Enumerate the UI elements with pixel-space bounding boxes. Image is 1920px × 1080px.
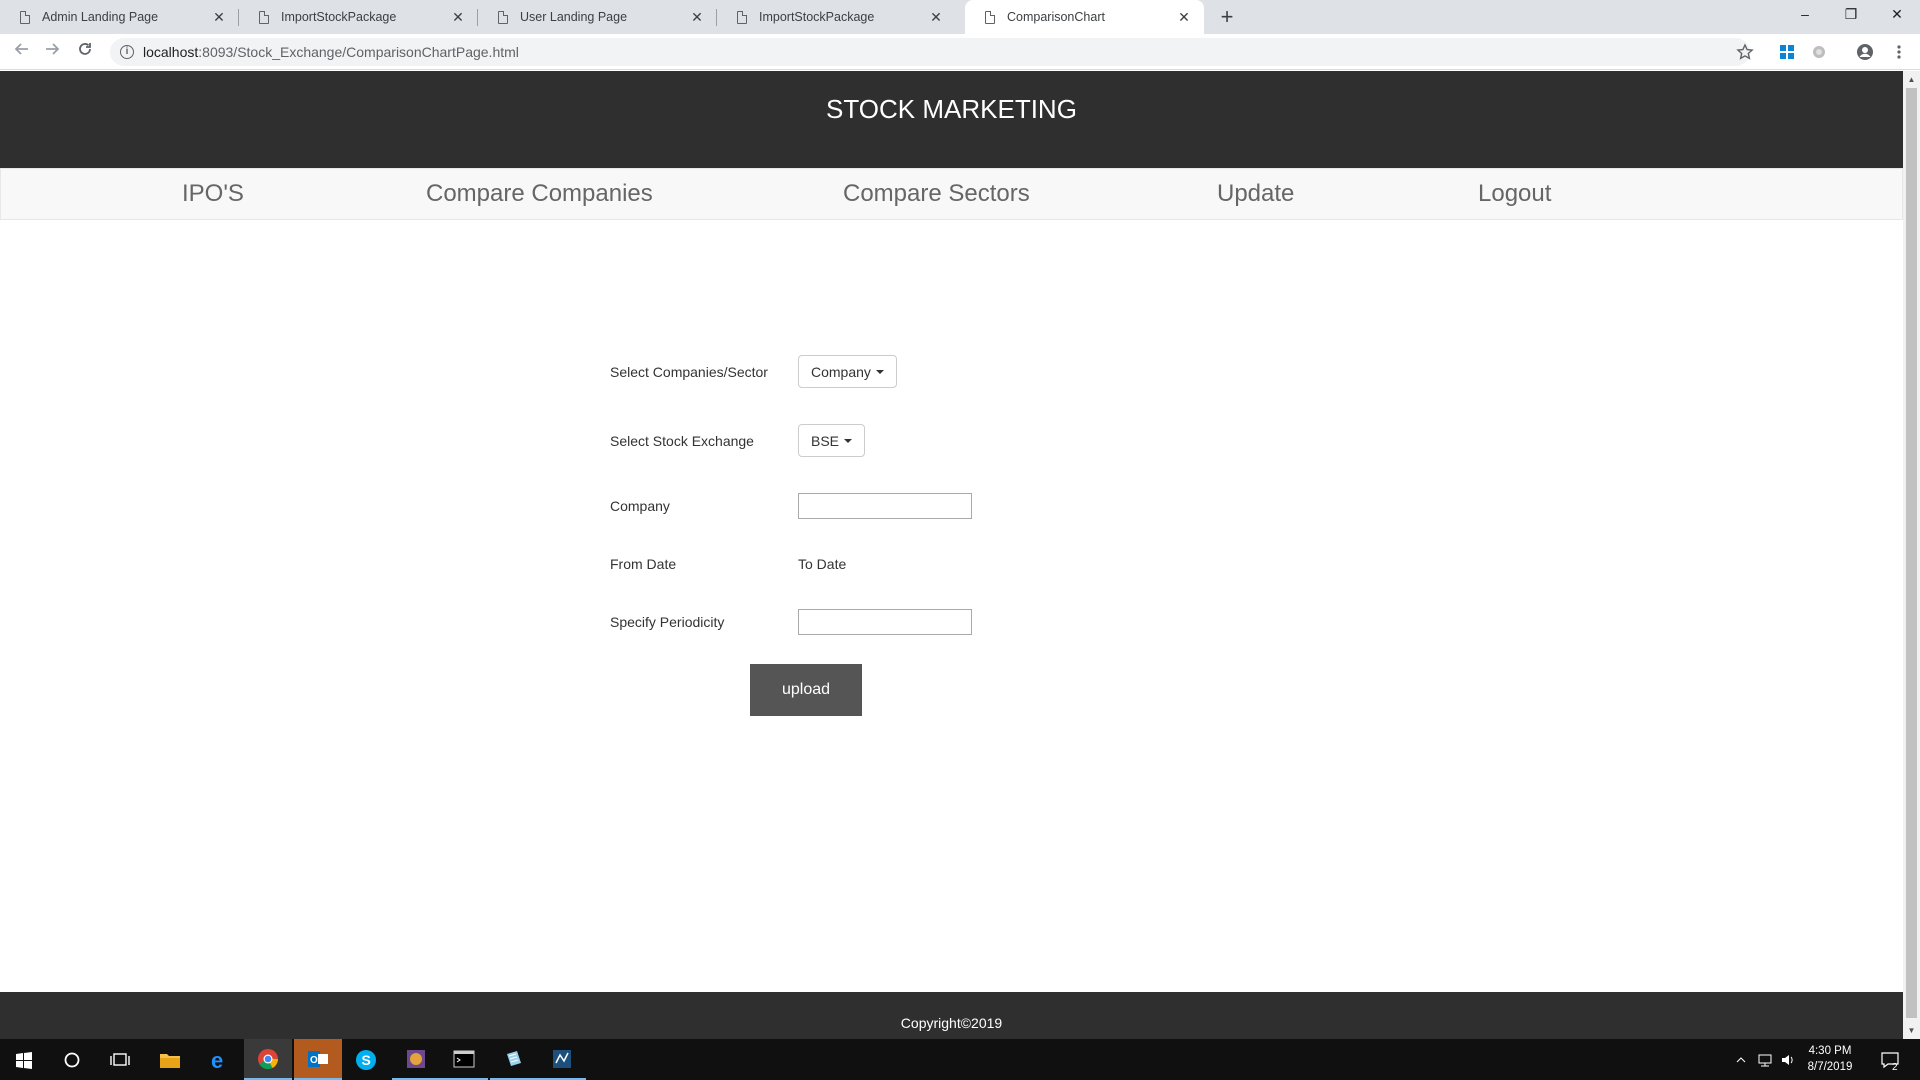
url-host: localhost bbox=[143, 44, 199, 60]
windows-start-icon[interactable] bbox=[0, 1039, 48, 1080]
browser-menu-icon[interactable] bbox=[1890, 43, 1908, 61]
specify-periodicity-label: Specify Periodicity bbox=[610, 614, 725, 630]
site-footer: Copyright©2019 bbox=[0, 992, 1903, 1039]
browser-tab[interactable]: User Landing Page ✕ bbox=[478, 0, 717, 34]
page-scrollbar[interactable]: ▲ ▼ bbox=[1903, 71, 1920, 1039]
svg-text:S: S bbox=[362, 1052, 371, 1068]
scroll-down-arrow-icon[interactable]: ▼ bbox=[1903, 1022, 1920, 1039]
site-title: STOCK MARKETING bbox=[826, 94, 1077, 124]
task-view-icon[interactable] bbox=[96, 1039, 144, 1080]
star-bookmark-icon[interactable] bbox=[1736, 43, 1754, 61]
close-icon[interactable]: ✕ bbox=[928, 9, 944, 26]
dropdown-value: BSE bbox=[811, 432, 840, 449]
company-input[interactable] bbox=[798, 493, 972, 519]
url-path: :8093/Stock_Exchange/ComparisonChartPage… bbox=[198, 44, 519, 60]
outlook-icon[interactable]: O bbox=[294, 1039, 342, 1080]
tab-title: User Landing Page bbox=[520, 10, 628, 24]
extension-icon[interactable] bbox=[1810, 43, 1828, 61]
nav-compare-companies[interactable]: Compare Companies bbox=[426, 180, 653, 208]
show-hidden-icons[interactable] bbox=[1735, 1039, 1747, 1080]
document-icon bbox=[259, 10, 269, 24]
notepad-icon[interactable] bbox=[490, 1039, 538, 1080]
browser-tab-strip: Admin Landing Page ✕ ImportStockPackage … bbox=[0, 0, 1920, 34]
minimize-button[interactable]: – bbox=[1782, 0, 1828, 30]
document-icon bbox=[985, 10, 995, 24]
edge-browser-icon[interactable]: e bbox=[196, 1039, 244, 1080]
company-label: Company bbox=[610, 498, 670, 514]
taskbar-clock[interactable]: 4:30 PM 8/7/2019 bbox=[1800, 1043, 1860, 1075]
tab-title: ImportStockPackage bbox=[281, 10, 397, 24]
periodicity-input[interactable] bbox=[798, 609, 972, 635]
window-close-button[interactable]: ✕ bbox=[1874, 0, 1920, 30]
page-content: STOCK MARKETING IPO'S Compare Companies … bbox=[0, 71, 1903, 1039]
windows-taskbar: e O S 4:30 PM 8/7/2019 2 bbox=[0, 1039, 1920, 1080]
caret-down-icon bbox=[875, 369, 884, 374]
address-bar[interactable]: i localhost:8093/Stock_Exchange/Comparis… bbox=[110, 38, 1750, 66]
tab-title: ImportStockPackage bbox=[759, 10, 875, 24]
profile-avatar-icon[interactable] bbox=[1856, 43, 1874, 61]
chrome-browser-icon[interactable] bbox=[244, 1039, 292, 1080]
network-icon[interactable] bbox=[1756, 1039, 1774, 1080]
new-tab-button[interactable]: + bbox=[1214, 4, 1240, 30]
nav-compare-sectors[interactable]: Compare Sectors bbox=[843, 180, 1030, 208]
browser-tab[interactable]: ImportStockPackage ✕ bbox=[239, 0, 478, 34]
nav-ipos[interactable]: IPO'S bbox=[182, 180, 244, 208]
file-explorer-icon[interactable] bbox=[146, 1039, 194, 1080]
tab-title: Admin Landing Page bbox=[42, 10, 159, 24]
from-date-label: From Date bbox=[610, 556, 677, 572]
action-center-icon[interactable]: 2 bbox=[1880, 1039, 1900, 1080]
stock-exchange-dropdown[interactable]: BSE bbox=[798, 424, 866, 457]
copyright-text: Copyright©2019 bbox=[900, 1015, 1003, 1031]
scroll-up-arrow-icon[interactable]: ▲ bbox=[1903, 71, 1920, 88]
clock-time: 4:30 PM bbox=[1808, 1045, 1852, 1057]
notification-count: 2 bbox=[1892, 1062, 1898, 1073]
cortana-search-icon[interactable] bbox=[48, 1039, 96, 1080]
browser-tab-active[interactable]: ComparisonChart ✕ bbox=[965, 0, 1204, 34]
nav-update[interactable]: Update bbox=[1217, 180, 1294, 208]
tab-title: ComparisonChart bbox=[1007, 10, 1105, 24]
back-arrow-icon[interactable] bbox=[10, 40, 34, 64]
close-icon[interactable]: ✕ bbox=[450, 9, 466, 26]
company-sector-dropdown[interactable]: Company bbox=[798, 355, 897, 388]
forward-arrow-icon[interactable] bbox=[40, 40, 64, 64]
close-icon[interactable]: ✕ bbox=[1176, 9, 1192, 26]
reload-icon[interactable] bbox=[73, 40, 97, 64]
browser-tab[interactable]: Admin Landing Page ✕ bbox=[0, 0, 239, 34]
document-icon bbox=[498, 10, 508, 24]
eclipse-ide-icon[interactable] bbox=[392, 1039, 440, 1080]
caret-down-icon bbox=[844, 438, 853, 443]
to-date-label: To Date bbox=[798, 556, 847, 572]
svg-text:O: O bbox=[310, 1055, 318, 1066]
nav-logout[interactable]: Logout bbox=[1478, 180, 1551, 208]
document-icon bbox=[737, 10, 747, 24]
svg-text:e: e bbox=[211, 1049, 223, 1071]
scrollbar-thumb[interactable] bbox=[1906, 88, 1917, 1018]
command-prompt-icon[interactable] bbox=[440, 1039, 488, 1080]
volume-icon[interactable] bbox=[1780, 1039, 1796, 1080]
windows-extension-icon[interactable] bbox=[1778, 43, 1796, 61]
main-navbar: IPO'S Compare Companies Compare Sectors … bbox=[0, 168, 1903, 220]
info-icon[interactable]: i bbox=[120, 45, 134, 59]
browser-toolbar: i localhost:8093/Stock_Exchange/Comparis… bbox=[0, 34, 1920, 70]
upload-button[interactable]: upload bbox=[750, 664, 862, 716]
browser-tab[interactable]: ImportStockPackage ✕ bbox=[717, 0, 956, 34]
document-icon bbox=[20, 10, 30, 24]
select-companies-sector-label: Select Companies/Sector bbox=[610, 364, 768, 380]
select-stock-exchange-label: Select Stock Exchange bbox=[610, 433, 754, 449]
restore-button[interactable]: ❐ bbox=[1828, 0, 1874, 30]
clock-date: 8/7/2019 bbox=[1807, 1061, 1853, 1073]
mysql-workbench-icon[interactable] bbox=[538, 1039, 586, 1080]
skype-icon[interactable]: S bbox=[342, 1039, 390, 1080]
close-icon[interactable]: ✕ bbox=[689, 9, 705, 26]
dropdown-value: Company bbox=[811, 363, 871, 380]
close-icon[interactable]: ✕ bbox=[211, 9, 227, 26]
site-header: STOCK MARKETING bbox=[0, 71, 1903, 168]
